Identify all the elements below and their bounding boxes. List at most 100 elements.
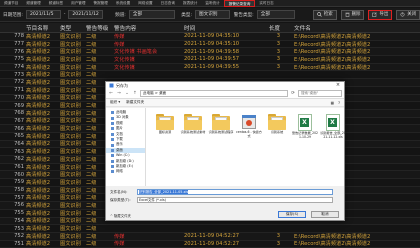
search-input[interactable]: 搜索"桌面"	[298, 90, 342, 97]
folder-icon	[184, 114, 202, 130]
table-row[interactable]: 774 高清频道2 图文识别 二级 文化传媒 2021-11-09 04:39:55 3 E:…	[0, 63, 420, 72]
app-icon	[109, 83, 114, 88]
table-cell: 图文识别	[60, 87, 81, 94]
filename-input[interactable]: 识别报告_全部_2021-11-05.xls	[137, 189, 333, 195]
table-header: 节目名称 类型 警告等级 警告内容 时间 长度 文件名	[0, 23, 420, 33]
close-button[interactable]: 关闭	[396, 9, 420, 20]
refresh-icon[interactable]: ⟳	[290, 91, 296, 97]
up-arrow-icon[interactable]: ↑	[132, 91, 138, 97]
excel-file-icon: X	[326, 114, 340, 131]
table-cell: 3	[276, 233, 280, 240]
type-label: 类型:	[181, 12, 193, 18]
table-cell: 图文识别	[60, 95, 81, 102]
dialog-title-bar[interactable]: 另存为	[106, 82, 344, 89]
menu-item[interactable]: 系统设置	[112, 0, 134, 7]
forward-arrow-icon[interactable]: →	[116, 91, 122, 97]
navigation-pane: 此电脑 3D 对象 视频 图片 文档 下载 音乐 桌面 Win (C:) 新加卷 (D:) 新加卷 …	[106, 108, 146, 186]
table-cell: 高清频道2	[26, 210, 51, 217]
menu-item[interactable]: 频道节目	[0, 0, 22, 7]
menu-item[interactable]: 报表统计	[179, 0, 201, 7]
filetype-select[interactable]: Excel文件 (*.xls)	[137, 197, 333, 203]
close-icon[interactable]: ×	[332, 82, 344, 89]
back-arrow-icon[interactable]: ←	[108, 91, 114, 97]
table-cell: 764	[14, 140, 24, 147]
file-item[interactable]: 图标资源	[152, 114, 178, 135]
table-cell: 高清频道2	[26, 226, 51, 233]
menu-item[interactable]: 频道标签	[45, 0, 67, 7]
column-header[interactable]: 节目名称	[26, 24, 60, 32]
end-date-field[interactable]: 2021/11/12	[68, 10, 104, 19]
folder-icon	[111, 159, 114, 163]
type-select[interactable]: 图文识别	[195, 10, 230, 19]
table-cell: 高清频道2	[26, 56, 51, 63]
file-item[interactable]: 识别系统测试程序	[208, 114, 234, 135]
chevron-down-icon[interactable]: ⌄	[124, 91, 130, 97]
filename-label: 文件名(N):	[110, 189, 128, 194]
delete-button[interactable]: 删除	[340, 9, 365, 20]
help-icon[interactable]: ?	[338, 101, 340, 105]
menu-item[interactable]: 实时日志	[255, 0, 277, 7]
table-row[interactable]: 776 高清频道2 图文识别 二级 文化传媒 书画笔会 2021-11-09 04:39:…	[0, 48, 420, 57]
menu-item[interactable]: 监听统计	[201, 0, 223, 7]
table-cell: 图文识别	[60, 226, 81, 233]
trash-icon	[345, 12, 350, 17]
table-cell: 图文识别	[60, 64, 81, 71]
menu-item[interactable]: 报警记录查询	[223, 0, 256, 7]
table-row[interactable]: 753 高清频道2 图文识别 二级	[0, 225, 420, 233]
address-bar[interactable]: 此电脑 > 桌面	[140, 90, 288, 97]
table-row[interactable]: 752 高清频道2 图文识别 二级 传媒 2021-11-09 04:52:27 3 E:\R…	[0, 232, 420, 241]
column-header[interactable]: 时间	[184, 24, 266, 32]
table-row[interactable]: 751 高清频道2 图文识别 二级 传媒 2021-11-09 04:52:27 3 E:\R…	[0, 241, 420, 248]
file-item[interactable]: 识别系统	[264, 114, 290, 135]
table-row[interactable]: 778 高清频道2 图文识别 二级 传媒 2021-11-09 04:35:10 3 E:\R…	[0, 33, 420, 41]
table-cell: 2021-11-09 04:52:27	[184, 233, 240, 240]
column-header[interactable]: 长度	[266, 24, 294, 32]
folder-icon	[111, 143, 114, 147]
table-cell: 图文识别	[60, 141, 81, 148]
cancel-button[interactable]: 取消	[311, 211, 339, 218]
dialog-title: 另存为	[116, 82, 128, 88]
organize-menu[interactable]: 组织 ▾	[110, 100, 120, 105]
file-item[interactable]: 识别系统测试素材	[180, 114, 206, 135]
view-options-icon[interactable]: ▦	[331, 101, 334, 105]
table-cell: 图文识别	[60, 110, 81, 117]
table-row[interactable]: 775 高清频道2 图文识别 二级 文化传媒 2021-11-09 04:39:57 3 E:…	[0, 56, 420, 64]
column-header[interactable]: 警告内容	[114, 24, 184, 32]
table-row[interactable]: 777 高清频道2 图文识别 二级 传媒 2021-11-09 04:35:10 3 E:\R…	[0, 41, 420, 49]
column-header[interactable]: 警告等级	[86, 24, 114, 32]
export-button[interactable]: 导出	[368, 9, 393, 20]
save-button[interactable]: 保存(S)	[278, 211, 306, 218]
table-row[interactable]: 773 高清频道2 图文识别 二级	[0, 71, 420, 80]
dialog-body: 此电脑 3D 对象 视频 图片 文档 下载 音乐 桌面 Win (C:) 新加卷 (D:) 新加卷 …	[106, 108, 346, 186]
query-button[interactable]: 检索	[312, 9, 337, 20]
menu-item[interactable]: 用户管理	[67, 0, 89, 7]
new-folder-button[interactable]: 新建文件夹	[126, 100, 144, 105]
folder-icon	[111, 170, 114, 174]
alarm-type-select[interactable]: 全部	[256, 10, 295, 19]
table-cell: 二级	[86, 226, 97, 233]
file-item[interactable]: centos-6 - 快捷方式	[236, 114, 262, 138]
nav-tree-item[interactable]: 网络	[106, 169, 145, 174]
menu-item[interactable]: 网络设置	[134, 0, 156, 7]
column-header[interactable]: 类型	[60, 24, 86, 32]
file-label: 识别系统	[270, 130, 284, 134]
column-header[interactable]: 文件名	[294, 24, 420, 32]
start-date-field[interactable]: 2021/11/5	[25, 10, 61, 19]
menu-item[interactable]: 频道管理	[22, 0, 44, 7]
folder-icon	[111, 127, 114, 131]
hide-folders-toggle[interactable]: ^ 隐藏文件夹	[110, 213, 131, 218]
table-cell: E:\Record\高清频道2\高清频道2	[294, 41, 371, 48]
menu-item[interactable]: 警报管理	[90, 0, 112, 7]
query-button-label: 检索	[323, 11, 333, 17]
table-cell: 772	[14, 79, 24, 86]
menu-item[interactable]: 日志查询	[157, 0, 179, 7]
file-label: 识别系统测试程序	[208, 130, 234, 134]
channel-select[interactable]: 全部	[128, 10, 176, 19]
table-cell: 二级	[86, 56, 97, 63]
channel-label: 频道:	[115, 12, 126, 18]
table-cell: 高清频道2	[26, 202, 51, 209]
file-item[interactable]: X 警告记录数据_2021-10-29	[292, 114, 318, 139]
table-cell: 图文识别	[60, 49, 81, 56]
file-item[interactable]: X 识别报告_全部_2021-11-12.xls	[320, 114, 346, 139]
table-cell: 高清频道2	[26, 64, 51, 71]
